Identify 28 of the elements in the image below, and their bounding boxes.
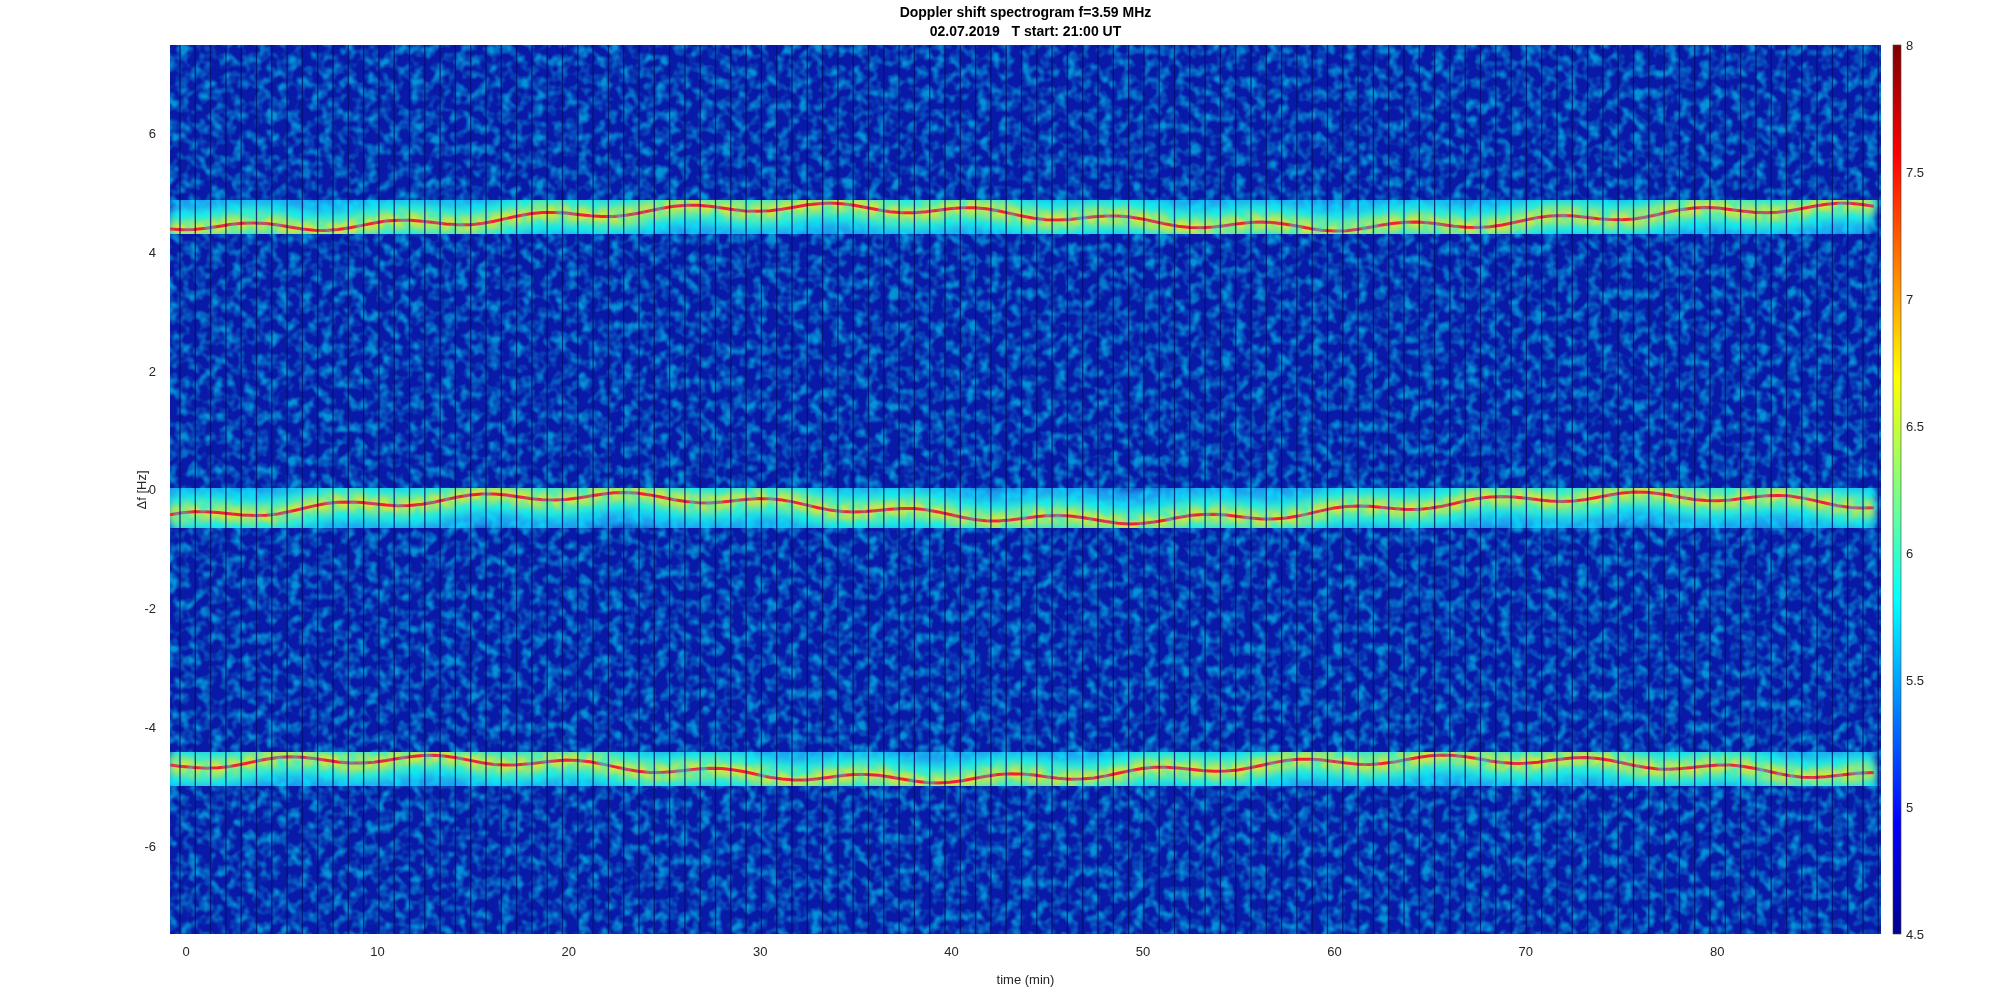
colorbar-tick-label: 5	[1906, 800, 1914, 815]
y-tick-label: 2	[148, 363, 156, 379]
x-axis-label: time (min)	[996, 972, 1055, 987]
y-axis-label: Δf [Hz]	[134, 470, 149, 510]
x-tick-label: 10	[370, 944, 385, 959]
y-tick-label: 4	[148, 244, 156, 260]
colorbar-tick-label: 7	[1906, 292, 1914, 307]
x-tick-label: 30	[752, 944, 768, 959]
y-tick-label: -4	[144, 720, 156, 735]
colorbar-tick-label: 7.5	[1906, 165, 1925, 180]
y-tick-label: -2	[144, 601, 156, 617]
colorbar-tick-label: 5.5	[1906, 673, 1925, 688]
y-tick-label: 0	[148, 482, 156, 498]
x-tick-label: 20	[561, 944, 577, 959]
x-tick-label: 80	[1709, 944, 1725, 959]
y-tick-label: 6	[148, 126, 156, 141]
x-tick-label: 50	[1135, 944, 1151, 959]
chart-subtitle: 02.07.2019 T start: 21:00 UT	[929, 23, 1122, 39]
x-tick-label: 40	[944, 944, 959, 959]
colorbar-tick-label: 6	[1906, 546, 1914, 561]
x-tick-label: 0	[182, 944, 190, 959]
x-tick-label: 60	[1327, 944, 1342, 959]
chart-title: Doppler shift spectrogram f=3.59 MHz	[899, 4, 1152, 20]
y-tick-label: -6	[144, 838, 156, 854]
colorbar-tick-label: 4.5	[1906, 927, 1925, 942]
colorbar-tick-label: 8	[1906, 38, 1914, 53]
colorbar-tick-label: 6.5	[1906, 419, 1925, 434]
x-tick-label: 70	[1518, 944, 1534, 959]
